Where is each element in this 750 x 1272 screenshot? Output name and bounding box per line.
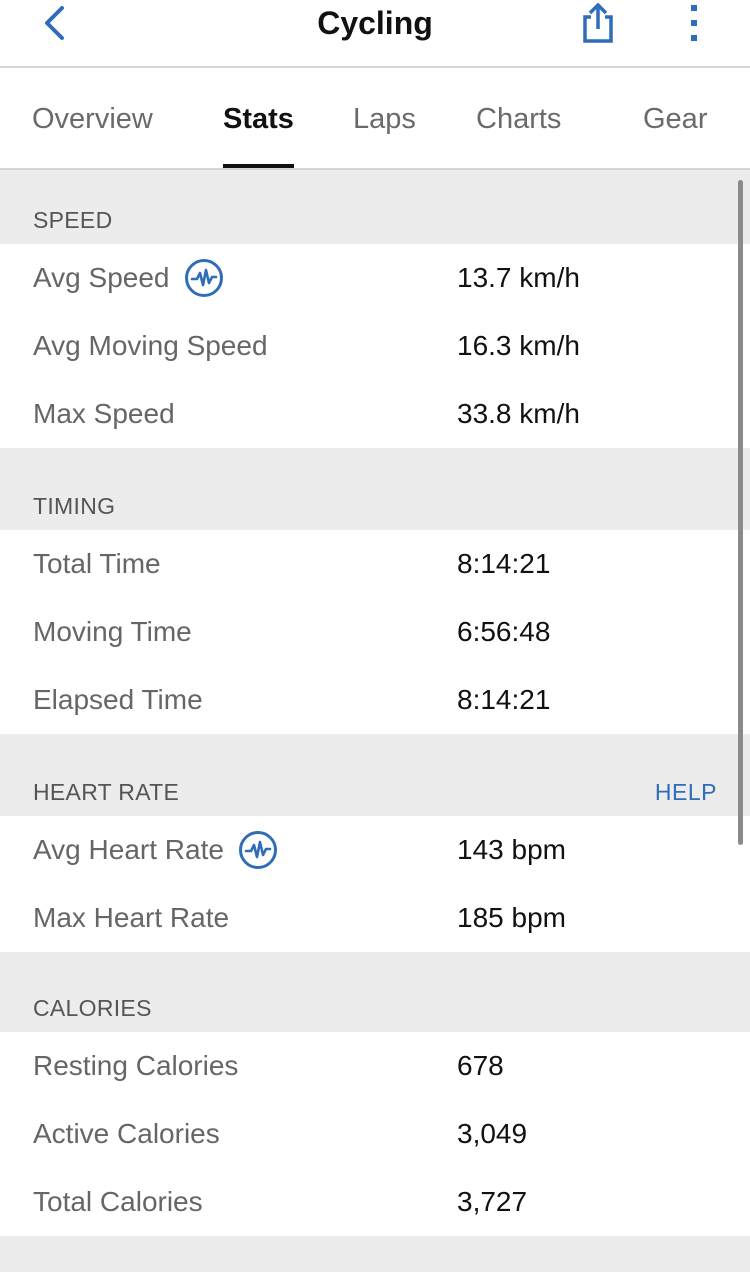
- section-title: TIMING: [33, 493, 116, 519]
- share-button[interactable]: [578, 0, 618, 46]
- stat-row-total-calories: Total Calories 3,727: [0, 1168, 750, 1236]
- section-header-heart-rate: HEART RATE HELP: [0, 734, 750, 816]
- stat-row-elapsed-time: Elapsed Time 8:14:21: [0, 666, 750, 734]
- stat-value: 6:56:48: [457, 616, 551, 647]
- tab-bar: Overview Stats Laps Charts Gear: [0, 68, 750, 170]
- stat-label: Max Heart Rate: [33, 902, 230, 933]
- stat-label: Avg Moving Speed: [33, 330, 268, 361]
- stat-label: Total Time: [33, 548, 161, 579]
- scrollbar[interactable]: [738, 180, 743, 845]
- stat-value: 678: [457, 1050, 504, 1081]
- stat-value: 13.7 km/h: [457, 262, 580, 293]
- stat-row-active-calories: Active Calories 3,049: [0, 1100, 750, 1168]
- activity-stats-screen: Cycling Overview Stats Laps Charts Gear …: [0, 0, 750, 1272]
- stat-value: 33.8 km/h: [457, 398, 580, 429]
- stat-value: 3,727: [457, 1186, 528, 1217]
- stat-value: 16.3 km/h: [457, 330, 580, 361]
- section-title: SPEED: [33, 207, 113, 233]
- stat-label: Total Calories: [33, 1186, 203, 1217]
- section-header-timing: TIMING: [0, 448, 750, 530]
- more-vertical-icon: [691, 5, 697, 41]
- stat-row-resting-calories: Resting Calories 678: [0, 1032, 750, 1100]
- help-link[interactable]: HELP: [655, 779, 717, 806]
- stat-label: Avg Speed: [33, 262, 170, 293]
- section-title: CALORIES: [33, 995, 152, 1021]
- calories-rows: Resting Calories 678 Active Calories 3,0…: [0, 1032, 750, 1236]
- section-header-calories: CALORIES: [0, 952, 750, 1032]
- speed-rows: Avg Speed 13.7 km/h Avg Moving Speed 16.…: [0, 244, 750, 448]
- heart-rate-rows: Avg Heart Rate 143 bpm Max Heart Rate 18…: [0, 816, 750, 952]
- stat-label: Active Calories: [33, 1118, 220, 1149]
- stat-label: Max Speed: [33, 398, 175, 429]
- timing-rows: Total Time 8:14:21 Moving Time 6:56:48 E…: [0, 530, 750, 734]
- stat-row-avg-moving-speed: Avg Moving Speed 16.3 km/h: [0, 312, 750, 380]
- section-header-speed: SPEED: [0, 170, 750, 244]
- stat-row-max-speed: Max Speed 33.8 km/h: [0, 380, 750, 448]
- top-app-bar: Cycling: [0, 0, 750, 68]
- tab-gear[interactable]: Gear: [643, 68, 707, 168]
- stats-list: SPEED Avg Speed 13.7 km/h Avg Moving Spe…: [0, 170, 750, 1236]
- tab-laps[interactable]: Laps: [353, 68, 416, 168]
- tab-stats[interactable]: Stats: [223, 68, 294, 168]
- section-title: HEART RATE: [33, 779, 180, 805]
- page-title: Cycling: [317, 5, 433, 41]
- stat-value: 3,049: [457, 1118, 528, 1149]
- stat-label: Moving Time: [33, 616, 192, 647]
- more-options-button[interactable]: [680, 0, 708, 46]
- stat-row-max-heart-rate: Max Heart Rate 185 bpm: [0, 884, 750, 952]
- stat-value: 8:14:21: [457, 684, 551, 715]
- stat-row-moving-time: Moving Time 6:56:48: [0, 598, 750, 666]
- stat-value: 143 bpm: [457, 834, 566, 865]
- stat-label: Elapsed Time: [33, 684, 203, 715]
- stat-value: 185 bpm: [457, 902, 566, 933]
- tab-overview[interactable]: Overview: [32, 68, 153, 168]
- tab-charts[interactable]: Charts: [476, 68, 561, 168]
- stat-row-total-time: Total Time 8:14:21: [0, 530, 750, 598]
- stat-value: 8:14:21: [457, 548, 551, 579]
- chevron-left-icon: [45, 6, 64, 40]
- pulse-chart-icon[interactable]: [184, 258, 224, 298]
- stat-row-avg-heart-rate: Avg Heart Rate 143 bpm: [0, 816, 750, 884]
- pulse-chart-icon[interactable]: [238, 830, 278, 870]
- stat-row-avg-speed: Avg Speed 13.7 km/h: [0, 244, 750, 312]
- stat-label: Avg Heart Rate: [33, 834, 224, 865]
- back-button[interactable]: [34, 0, 74, 46]
- share-icon: [583, 3, 613, 43]
- stat-label: Resting Calories: [33, 1050, 239, 1081]
